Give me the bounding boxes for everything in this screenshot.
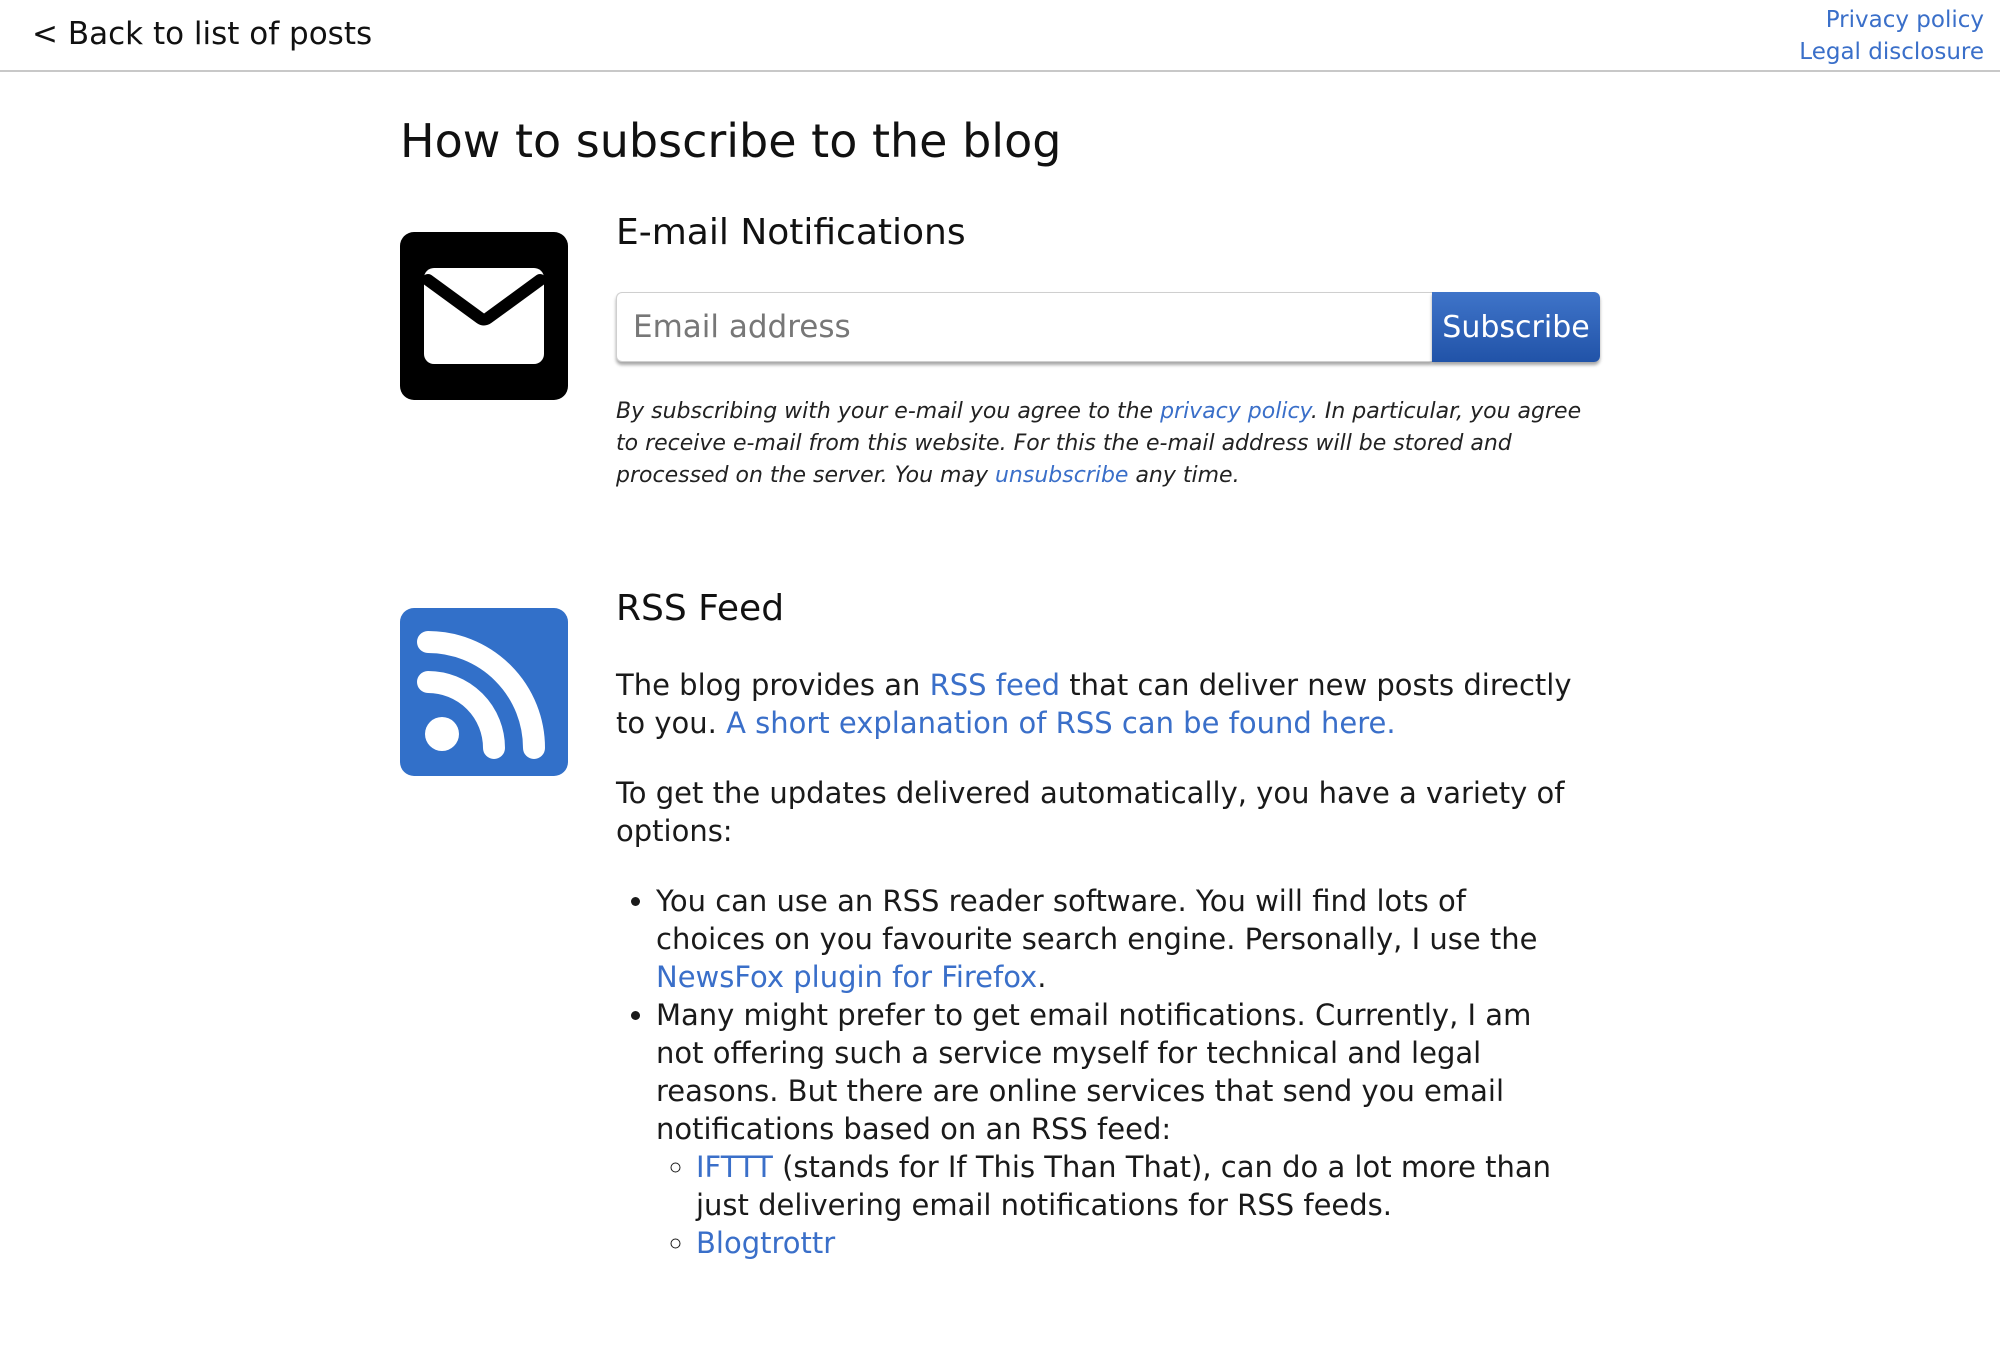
disclaimer-privacy-link[interactable]: privacy policy [1160,399,1311,424]
subscribe-form: Subscribe [616,292,1600,362]
email-services-text: Many might prefer to get email notificat… [656,998,1532,1146]
page-title: How to subscribe to the blog [400,114,1062,168]
legal-disclosure-link[interactable]: Legal disclosure [1799,36,1984,68]
list-item: Blogtrottr [696,1224,1576,1262]
privacy-policy-link[interactable]: Privacy policy [1799,4,1984,36]
email-services-list: IFTTT (stands for If This Than That), ca… [656,1148,1576,1262]
rss-reader-text: You can use an RSS reader software. You … [656,884,1538,956]
rss-intro-paragraph: The blog provides an RSS feed that can d… [616,666,1576,742]
newsfox-plugin-link[interactable]: NewsFox plugin for Firefox [656,960,1037,994]
back-to-posts-link[interactable]: < Back to list of posts [32,16,372,52]
ifttt-description: (stands for If This Than That), can do a… [696,1150,1552,1222]
rss-options-list: You can use an RSS reader software. You … [616,882,1576,1262]
top-bar: < Back to list of posts Privacy policy L… [0,0,2000,72]
email-address-input[interactable] [616,292,1432,362]
rss-icon-graphic [417,631,545,759]
rss-section-title: RSS Feed [616,588,785,629]
disclaimer-text-1: By subscribing with your e-mail you agre… [616,399,1161,424]
email-section-title: E-mail Notifications [616,212,966,253]
subscription-disclaimer: By subscribing with your e-mail you agre… [616,396,1606,492]
blogtrottr-link[interactable]: Blogtrottr [696,1226,835,1260]
disclaimer-text-3: any time. [1128,463,1240,488]
unsubscribe-link[interactable]: unsubscribe [995,463,1128,488]
list-item: IFTTT (stands for If This Than That), ca… [696,1148,1576,1224]
envelope-icon [400,232,568,400]
rss-explanation-link[interactable]: A short explanation of RSS can be found … [726,706,1396,740]
rss-feed-link[interactable]: RSS feed [930,668,1061,702]
rss-icon [400,608,568,776]
ifttt-link[interactable]: IFTTT [696,1150,773,1184]
rss-options-paragraph: To get the updates delivered automatical… [616,776,1565,848]
envelope-icon-graphic [422,268,546,364]
rss-section-body: The blog provides an RSS feed that can d… [616,666,1576,1262]
list-item: Many might prefer to get email notificat… [656,996,1576,1262]
list-item: You can use an RSS reader software. You … [656,882,1576,996]
subscribe-button[interactable]: Subscribe [1432,292,1600,362]
rss-intro-text-1: The blog provides an [616,668,930,702]
rss-reader-text-end: . [1037,960,1047,994]
legal-links: Privacy policy Legal disclosure [1799,4,1984,68]
